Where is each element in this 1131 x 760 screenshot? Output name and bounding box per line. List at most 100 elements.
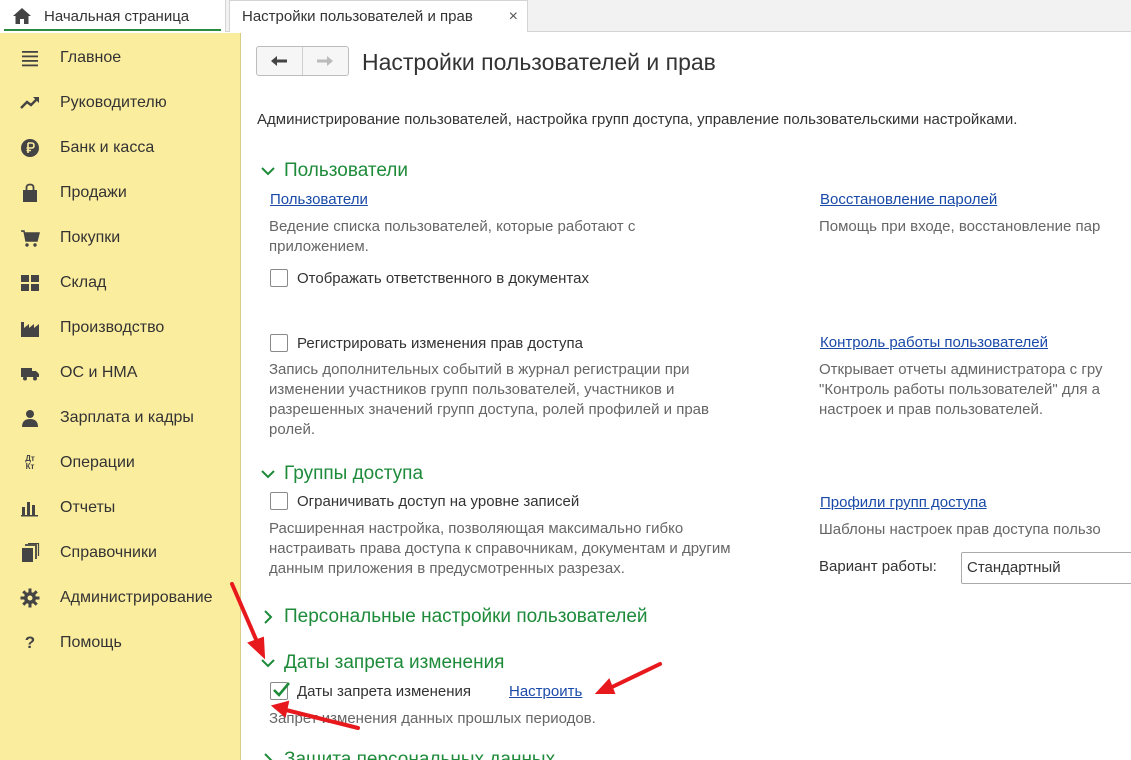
gear-icon <box>20 588 40 607</box>
sidebar-item-production[interactable]: Производство <box>0 305 240 350</box>
forward-button[interactable] <box>303 47 349 75</box>
chevron-down-icon <box>261 470 275 479</box>
section-title: Персональные настройки пользователей <box>284 606 648 627</box>
history-nav <box>256 46 349 76</box>
sidebar-item-label: Покупки <box>60 228 121 246</box>
register-hint-line-4: ролей. <box>269 421 315 438</box>
sidebar-item-label: Производство <box>60 318 165 336</box>
users-link[interactable]: Пользователи <box>270 191 368 208</box>
section-users-header[interactable]: Пользователи <box>260 160 408 182</box>
tab-home-label: Начальная страница <box>44 7 190 25</box>
users-hint-line-1: Ведение списка пользователей, которые ра… <box>269 218 636 235</box>
debit-credit-icon: Дт Кт <box>25 453 35 471</box>
mode-select[interactable]: Стандартный <box>961 552 1131 584</box>
trend-up-icon <box>20 96 39 109</box>
register-changes-checkbox[interactable]: Регистрировать изменения прав доступа <box>270 334 583 352</box>
sidebar-item-label: Главное <box>60 48 122 66</box>
bar-chart-icon <box>21 501 38 516</box>
sidebar-item-administration[interactable]: Администрирование <box>0 575 240 620</box>
change-dates-checkbox[interactable]: Даты запрета изменения <box>270 682 471 700</box>
sidebar-item-warehouse[interactable]: Склад <box>0 260 240 305</box>
change-dates-hint: Запрет изменения данных прошлых периодов… <box>269 710 596 727</box>
password-recovery-hint: Помощь при входе, восстановление пар <box>819 218 1101 235</box>
section-access-groups-header[interactable]: Группы доступа <box>260 463 423 485</box>
back-button[interactable] <box>257 47 303 75</box>
chevron-right-icon <box>264 610 273 624</box>
show-responsible-checkbox[interactable]: Отображать ответственного в документах <box>270 269 589 287</box>
sidebar-item-main[interactable]: Главное <box>0 35 240 80</box>
tab-user-settings-label: Настройки пользователей и прав <box>242 8 473 25</box>
sidebar-item-operations[interactable]: Дт Кт Операции <box>0 440 240 485</box>
tab-bar: Начальная страница Настройки пользовател… <box>0 0 1131 32</box>
menu-lines-icon <box>22 50 38 66</box>
sidebar-item-label: Операции <box>60 453 135 471</box>
sidebar-item-manager[interactable]: Руководителю <box>0 80 240 125</box>
chevron-down-icon <box>261 659 275 668</box>
checkbox-box[interactable] <box>270 492 288 510</box>
section-personal-header[interactable]: Персональные настройки пользователей <box>260 606 648 628</box>
checkbox-box-checked[interactable] <box>270 682 290 700</box>
sidebar-item-salary[interactable]: Зарплата и кадры <box>0 395 240 440</box>
tab-user-settings[interactable]: Настройки пользователей и прав × <box>229 0 528 32</box>
chevron-down-icon <box>261 167 275 176</box>
books-icon <box>22 542 40 562</box>
sidebar-item-label: Склад <box>60 273 107 291</box>
section-change-dates-header[interactable]: Даты запрета изменения <box>260 652 504 674</box>
main-content: Настройки пользователей и прав Администр… <box>242 33 1131 760</box>
sidebar-item-label: Зарплата и кадры <box>60 408 194 426</box>
page-title: Настройки пользователей и прав <box>362 49 716 75</box>
sidebar-item-label: Руководителю <box>60 93 167 111</box>
section-title: Группы доступа <box>284 463 424 484</box>
password-recovery-link[interactable]: Восстановление паролей <box>820 191 997 208</box>
sidebar-item-help[interactable]: ? Помощь <box>0 620 240 665</box>
sidebar-item-label: Продажи <box>60 183 127 201</box>
checkbox-label: Ограничивать доступ на уровне записей <box>297 492 580 510</box>
sidebar-item-reports[interactable]: Отчеты <box>0 485 240 530</box>
person-icon <box>22 409 38 427</box>
home-icon <box>13 8 31 24</box>
sidebar: Главное Руководителю Банк и касса Продаж… <box>0 33 241 760</box>
user-control-hint-line-1: Открывает отчеты администратора с гру <box>819 361 1103 378</box>
checkmark-icon <box>273 682 290 697</box>
register-hint-line-1: Запись дополнительных событий в журнал р… <box>269 361 690 378</box>
checkbox-box[interactable] <box>270 269 288 287</box>
close-icon[interactable]: × <box>509 8 518 26</box>
sidebar-item-references[interactable]: Справочники <box>0 530 240 575</box>
checkbox-label: Отображать ответственного в документах <box>297 269 589 287</box>
tab-home-underline <box>4 29 221 31</box>
checkbox-box[interactable] <box>270 334 288 352</box>
sidebar-item-label: Банк и касса <box>60 138 155 156</box>
ruble-coin-icon <box>21 138 39 157</box>
sidebar-item-purchases[interactable]: Покупки <box>0 215 240 260</box>
arrow-right-icon <box>317 56 334 66</box>
restrict-records-checkbox[interactable]: Ограничивать доступ на уровне записей <box>270 492 579 510</box>
user-control-hint-line-2: "Контроль работы пользователей" для а <box>819 381 1100 398</box>
register-hint-line-2: изменении участников групп пользователей… <box>269 381 675 398</box>
profiles-link[interactable]: Профили групп доступа <box>820 494 987 511</box>
profiles-hint: Шаблоны настроек прав доступа пользо <box>819 521 1101 538</box>
section-title: Даты запрета изменения <box>284 652 505 673</box>
tab-home[interactable]: Начальная страница <box>0 0 226 32</box>
question-icon: ? <box>24 632 36 652</box>
section-title: Защита персональных данных <box>284 749 556 760</box>
checkbox-label: Регистрировать изменения прав доступа <box>297 334 584 352</box>
mode-label: Вариант работы: <box>819 558 937 575</box>
user-control-link[interactable]: Контроль работы пользователей <box>820 334 1048 351</box>
restrict-hint-line-3: данным приложения в предусмотренных разр… <box>269 560 625 577</box>
arrow-left-icon <box>271 56 288 66</box>
sidebar-item-bank[interactable]: Банк и касса <box>0 125 240 170</box>
user-control-hint-line-3: настроек и прав пользователей. <box>819 401 1043 418</box>
sidebar-item-label: Помощь <box>60 633 122 651</box>
sidebar-item-label: Отчеты <box>60 498 116 516</box>
sidebar-item-assets[interactable]: ОС и НМА <box>0 350 240 395</box>
section-title: Пользователи <box>284 160 409 181</box>
sidebar-item-sales[interactable]: Продажи <box>0 170 240 215</box>
register-hint-line-3: разрешенных значений групп доступа, роле… <box>269 401 709 418</box>
cart-icon <box>21 229 40 247</box>
warehouse-grid-icon <box>21 274 39 291</box>
sidebar-item-label: Справочники <box>60 543 157 561</box>
section-personal-data-header[interactable]: Защита персональных данных <box>260 749 555 760</box>
restrict-hint-line-1: Расширенная настройка, позволяющая макси… <box>269 520 684 537</box>
chevron-right-icon <box>264 753 273 760</box>
configure-link[interactable]: Настроить <box>509 683 582 700</box>
